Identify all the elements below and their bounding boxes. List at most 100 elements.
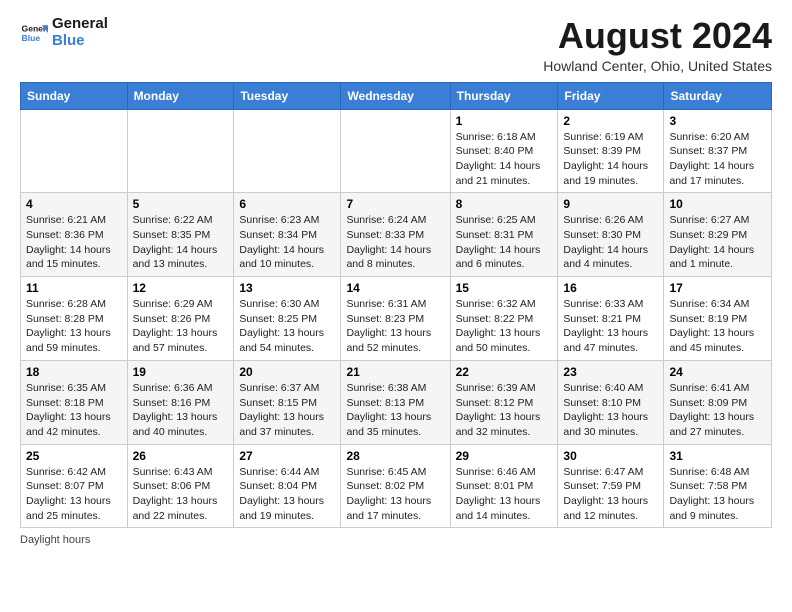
day-info: Sunrise: 6:26 AMSunset: 8:30 PMDaylight:… [563, 213, 658, 272]
calendar-cell: 9 Sunrise: 6:26 AMSunset: 8:30 PMDaylight… [558, 193, 664, 277]
day-info: Sunrise: 6:47 AMSunset: 7:59 PMDaylight:… [563, 465, 658, 524]
calendar-cell: 25 Sunrise: 6:42 AMSunset: 8:07 PMDayligh… [21, 444, 128, 528]
day-info: Sunrise: 6:18 AMSunset: 8:40 PMDaylight:… [456, 130, 553, 189]
day-info: Sunrise: 6:31 AMSunset: 8:23 PMDaylight:… [346, 297, 444, 356]
calendar-week-row: 18 Sunrise: 6:35 AMSunset: 8:18 PMDayligh… [21, 360, 772, 444]
day-info: Sunrise: 6:29 AMSunset: 8:26 PMDaylight:… [133, 297, 229, 356]
day-info: Sunrise: 6:40 AMSunset: 8:10 PMDaylight:… [563, 381, 658, 440]
day-number: 11 [26, 281, 122, 295]
day-header: Sunday [21, 82, 128, 109]
day-info: Sunrise: 6:38 AMSunset: 8:13 PMDaylight:… [346, 381, 444, 440]
calendar-cell: 10 Sunrise: 6:27 AMSunset: 8:29 PMDayligh… [664, 193, 772, 277]
day-number: 21 [346, 365, 444, 379]
day-number: 14 [346, 281, 444, 295]
calendar-cell [341, 109, 450, 193]
svg-text:Blue: Blue [22, 32, 41, 42]
calendar-cell: 2Sunrise: 6:19 AMSunset: 8:39 PMDaylight… [558, 109, 664, 193]
calendar-cell: 15Sunrise: 6:32 AMSunset: 8:22 PMDayligh… [450, 277, 558, 361]
page: General Blue General Blue August 2024 Ho… [0, 0, 792, 562]
calendar-cell: 28Sunrise: 6:45 AMSunset: 8:02 PMDayligh… [341, 444, 450, 528]
day-number: 20 [239, 365, 335, 379]
calendar-cell: 17Sunrise: 6:34 AMSunset: 8:19 PMDayligh… [664, 277, 772, 361]
day-info: Sunrise: 6:20 AMSunset: 8:37 PMDaylight:… [669, 130, 766, 189]
day-number: 4 [26, 197, 122, 211]
day-info: Sunrise: 6:34 AMSunset: 8:19 PMDaylight:… [669, 297, 766, 356]
calendar-cell: 5Sunrise: 6:22 AMSunset: 8:35 PMDaylight… [127, 193, 234, 277]
location-title: Howland Center, Ohio, United States [543, 58, 772, 74]
day-info: Sunrise: 6:44 AMSunset: 8:04 PMDaylight:… [239, 465, 335, 524]
day-number: 7 [346, 197, 444, 211]
calendar-table: SundayMondayTuesdayWednesdayThursdayFrid… [20, 82, 772, 529]
day-number: 10 [669, 197, 766, 211]
footer-note: Daylight hours [20, 534, 772, 546]
calendar-week-row: 25 Sunrise: 6:42 AMSunset: 8:07 PMDayligh… [21, 444, 772, 528]
calendar-cell: 18 Sunrise: 6:35 AMSunset: 8:18 PMDayligh… [21, 360, 128, 444]
logo-text: General Blue [52, 16, 108, 49]
day-number: 5 [133, 197, 229, 211]
calendar-header-row: SundayMondayTuesdayWednesdayThursdayFrid… [21, 82, 772, 109]
calendar-cell: 21 Sunrise: 6:38 AMSunset: 8:13 PMDayligh… [341, 360, 450, 444]
calendar-cell: 4 Sunrise: 6:21 AMSunset: 8:36 PMDaylight… [21, 193, 128, 277]
calendar-cell: 27 Sunrise: 6:44 AMSunset: 8:04 PMDayligh… [234, 444, 341, 528]
header: General Blue General Blue August 2024 Ho… [20, 16, 772, 74]
day-info: Sunrise: 6:35 AMSunset: 8:18 PMDaylight:… [26, 381, 122, 440]
day-number: 29 [456, 449, 553, 463]
calendar-cell: 14 Sunrise: 6:31 AMSunset: 8:23 PMDayligh… [341, 277, 450, 361]
day-info: Sunrise: 6:21 AMSunset: 8:36 PMDaylight:… [26, 213, 122, 272]
day-info: Sunrise: 6:43 AMSunset: 8:06 PMDaylight:… [133, 465, 229, 524]
day-header: Thursday [450, 82, 558, 109]
logo-icon: General Blue [20, 19, 48, 47]
calendar-cell: 19 Sunrise: 6:36 AMSunset: 8:16 PMDayligh… [127, 360, 234, 444]
calendar-cell: 23 Sunrise: 6:40 AMSunset: 8:10 PMDayligh… [558, 360, 664, 444]
day-number: 23 [563, 365, 658, 379]
day-header: Wednesday [341, 82, 450, 109]
day-number: 18 [26, 365, 122, 379]
day-number: 30 [563, 449, 658, 463]
calendar-cell: 20Sunrise: 6:37 AMSunset: 8:15 PMDayligh… [234, 360, 341, 444]
day-number: 25 [26, 449, 122, 463]
day-number: 6 [239, 197, 335, 211]
calendar-week-row: 11Sunrise: 6:28 AMSunset: 8:28 PMDayligh… [21, 277, 772, 361]
svg-text:General: General [22, 23, 48, 33]
day-number: 9 [563, 197, 658, 211]
day-number: 8 [456, 197, 553, 211]
day-info: Sunrise: 6:27 AMSunset: 8:29 PMDaylight:… [669, 213, 766, 272]
day-header: Friday [558, 82, 664, 109]
calendar-cell: 8 Sunrise: 6:25 AMSunset: 8:31 PMDaylight… [450, 193, 558, 277]
calendar-cell: 6 Sunrise: 6:23 AMSunset: 8:34 PMDaylight… [234, 193, 341, 277]
day-info: Sunrise: 6:42 AMSunset: 8:07 PMDaylight:… [26, 465, 122, 524]
calendar-cell: 30 Sunrise: 6:47 AMSunset: 7:59 PMDayligh… [558, 444, 664, 528]
day-info: Sunrise: 6:41 AMSunset: 8:09 PMDaylight:… [669, 381, 766, 440]
calendar-cell: 29 Sunrise: 6:46 AMSunset: 8:01 PMDayligh… [450, 444, 558, 528]
day-info: Sunrise: 6:23 AMSunset: 8:34 PMDaylight:… [239, 213, 335, 272]
day-number: 22 [456, 365, 553, 379]
calendar-cell: 16 Sunrise: 6:33 AMSunset: 8:21 PMDayligh… [558, 277, 664, 361]
calendar-week-row: 4 Sunrise: 6:21 AMSunset: 8:36 PMDaylight… [21, 193, 772, 277]
day-number: 31 [669, 449, 766, 463]
day-info: Sunrise: 6:36 AMSunset: 8:16 PMDaylight:… [133, 381, 229, 440]
calendar-cell: 26Sunrise: 6:43 AMSunset: 8:06 PMDayligh… [127, 444, 234, 528]
day-header: Saturday [664, 82, 772, 109]
day-number: 1 [456, 114, 553, 128]
calendar-cell: 3 Sunrise: 6:20 AMSunset: 8:37 PMDaylight… [664, 109, 772, 193]
day-header: Monday [127, 82, 234, 109]
day-number: 13 [239, 281, 335, 295]
day-number: 3 [669, 114, 766, 128]
calendar-cell: 31Sunrise: 6:48 AMSunset: 7:58 PMDayligh… [664, 444, 772, 528]
day-info: Sunrise: 6:46 AMSunset: 8:01 PMDaylight:… [456, 465, 553, 524]
day-number: 19 [133, 365, 229, 379]
day-number: 24 [669, 365, 766, 379]
day-header: Tuesday [234, 82, 341, 109]
day-number: 16 [563, 281, 658, 295]
day-info: Sunrise: 6:33 AMSunset: 8:21 PMDaylight:… [563, 297, 658, 356]
day-info: Sunrise: 6:25 AMSunset: 8:31 PMDaylight:… [456, 213, 553, 272]
day-number: 15 [456, 281, 553, 295]
day-info: Sunrise: 6:19 AMSunset: 8:39 PMDaylight:… [563, 130, 658, 189]
calendar-cell: 22 Sunrise: 6:39 AMSunset: 8:12 PMDayligh… [450, 360, 558, 444]
day-number: 27 [239, 449, 335, 463]
day-info: Sunrise: 6:45 AMSunset: 8:02 PMDaylight:… [346, 465, 444, 524]
calendar-cell [21, 109, 128, 193]
calendar-cell: 1 Sunrise: 6:18 AMSunset: 8:40 PMDaylight… [450, 109, 558, 193]
day-info: Sunrise: 6:39 AMSunset: 8:12 PMDaylight:… [456, 381, 553, 440]
calendar-cell: 24 Sunrise: 6:41 AMSunset: 8:09 PMDayligh… [664, 360, 772, 444]
